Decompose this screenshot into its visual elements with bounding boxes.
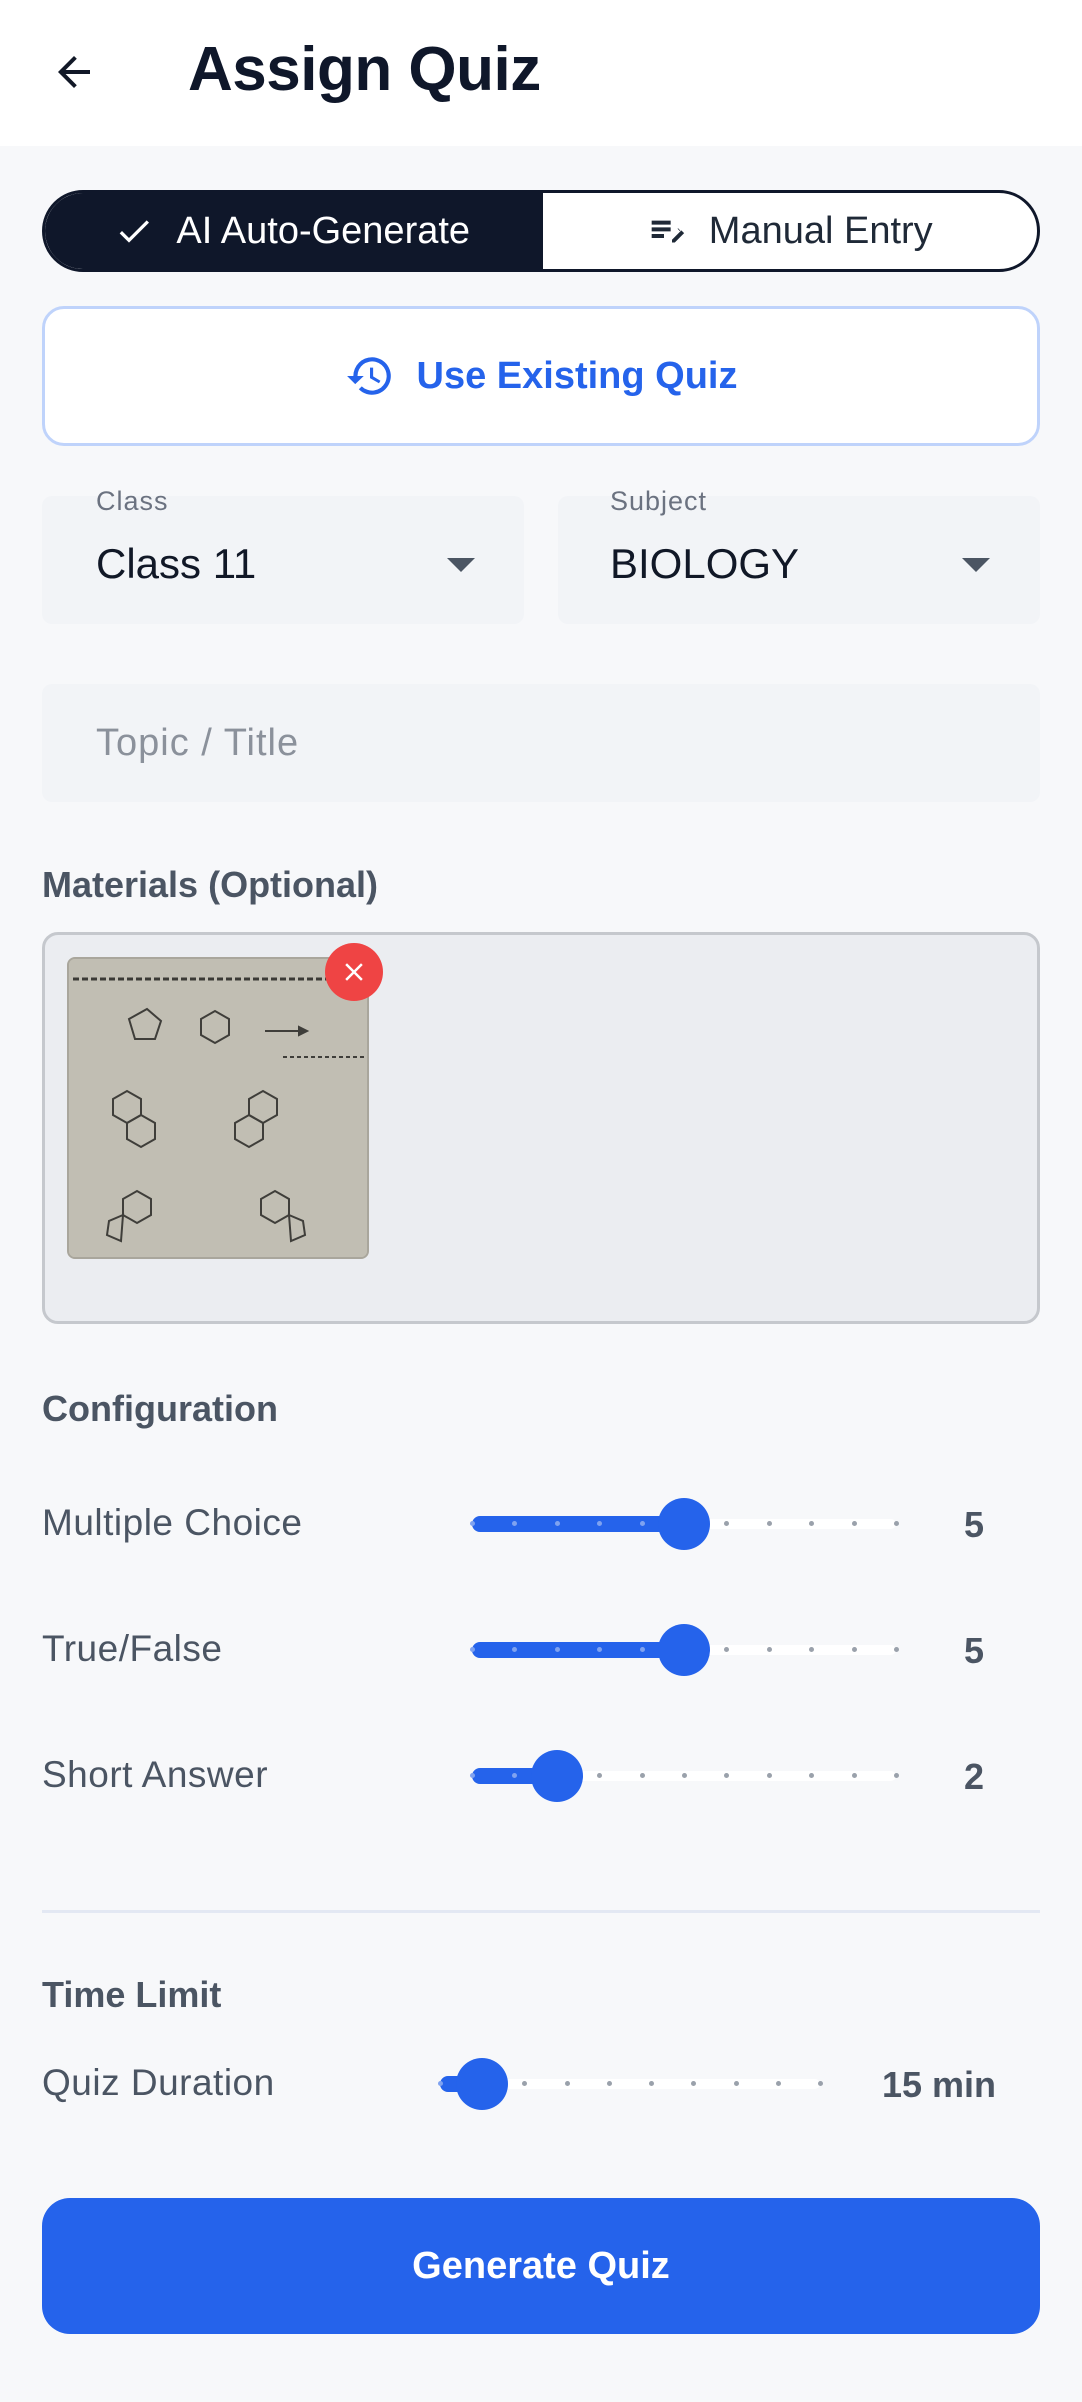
remove-attachment-button[interactable]	[325, 943, 383, 1001]
slider-tick	[554, 1521, 560, 1526]
slider-tick	[894, 1521, 899, 1526]
slider-tick	[894, 1647, 899, 1652]
class-dropdown-value: Class 11	[96, 540, 257, 587]
slider-tick	[766, 1773, 772, 1778]
topic-input[interactable]	[42, 684, 1040, 802]
multiple-choice-value: 5	[963, 1504, 984, 1545]
multiple-choice-label: Multiple Choice	[42, 1502, 303, 1543]
edit-note-icon	[651, 220, 684, 243]
tab-manual-entry[interactable]: Manual Entry	[539, 193, 1038, 269]
quiz-duration-value: 15 min	[881, 2064, 996, 2105]
short-answer-slider[interactable]	[470, 1748, 899, 1804]
section-divider	[42, 1910, 1040, 1913]
short-answer-value: 2	[963, 1756, 984, 1797]
quiz-duration-label: Quiz Duration	[42, 2062, 275, 2103]
mode-toggle: AI Auto-Generate Manual Entry	[42, 190, 1040, 272]
page-title: Assign Quiz	[188, 35, 541, 104]
history-icon	[346, 357, 391, 395]
slider-tick	[818, 2081, 823, 2086]
true-false-value: 5	[963, 1630, 984, 1671]
quiz-duration-slider[interactable]	[438, 2056, 823, 2112]
material-thumbnail[interactable]	[67, 957, 369, 1259]
slider-thumb[interactable]	[658, 1498, 710, 1550]
slider-tick	[766, 1647, 772, 1652]
slider-tick	[851, 1773, 857, 1778]
use-existing-quiz-label: Use Existing Quiz	[416, 354, 738, 397]
slider-thumb[interactable]	[456, 2058, 509, 2110]
slider-fill	[472, 1642, 684, 1658]
generate-quiz-label: Generate Quiz	[412, 2244, 670, 2287]
short-answer-label: Short Answer	[42, 1754, 269, 1795]
slider-tick	[470, 1647, 475, 1652]
slider-tick	[639, 1773, 645, 1778]
slider-tick	[766, 1521, 772, 1526]
tab-ai-auto-generate[interactable]: AI Auto-Generate	[45, 193, 540, 269]
slider-tick	[639, 1521, 645, 1526]
topic-field	[42, 684, 1040, 802]
configuration-title: Configuration	[42, 1388, 278, 1429]
slider-tick	[775, 2081, 781, 2086]
time-limit-title: Time Limit	[42, 1974, 222, 2015]
back-button[interactable]	[38, 36, 110, 108]
materials-title: Materials (Optional)	[42, 864, 379, 905]
slider-tick	[438, 2081, 443, 2086]
slider-fill	[472, 1516, 684, 1532]
check-icon	[120, 220, 150, 243]
true-false-label: True/False	[42, 1628, 223, 1669]
slider-tick	[470, 1773, 475, 1778]
generate-quiz-button[interactable]: Generate Quiz	[42, 2198, 1040, 2334]
slider-tick	[682, 1773, 687, 1778]
app-bar: Assign Quiz	[0, 0, 1082, 146]
slider-tick	[639, 1647, 645, 1652]
materials-dropzone[interactable]	[42, 932, 1040, 1324]
subject-dropdown-value: BIOLOGY	[610, 540, 800, 587]
class-dropdown-label: Class	[96, 486, 169, 516]
close-icon	[345, 963, 363, 981]
slider-tick	[851, 1647, 857, 1652]
worksheet-photo	[69, 959, 367, 1257]
slider-tick	[733, 2081, 739, 2086]
slider-tick	[851, 1521, 857, 1526]
slider-tick	[564, 2081, 570, 2086]
slider-tick	[554, 1647, 560, 1652]
tab-manual-entry-label: Manual Entry	[708, 209, 933, 252]
arrow-left-icon	[58, 56, 90, 88]
slider-tick	[894, 1773, 899, 1778]
multiple-choice-slider[interactable]	[470, 1496, 899, 1552]
dropdown-arrow-icon	[447, 558, 475, 572]
slider-tick	[470, 1521, 475, 1526]
true-false-slider[interactable]	[470, 1622, 899, 1678]
slider-thumb[interactable]	[530, 1750, 583, 1802]
dropdown-arrow-icon	[962, 558, 990, 572]
slider-tick	[606, 2081, 612, 2086]
tab-ai-auto-generate-label: AI Auto-Generate	[176, 209, 471, 252]
use-existing-quiz-button[interactable]: Use Existing Quiz	[42, 306, 1040, 446]
subject-dropdown-label: Subject	[610, 486, 708, 516]
slider-thumb[interactable]	[658, 1624, 710, 1676]
